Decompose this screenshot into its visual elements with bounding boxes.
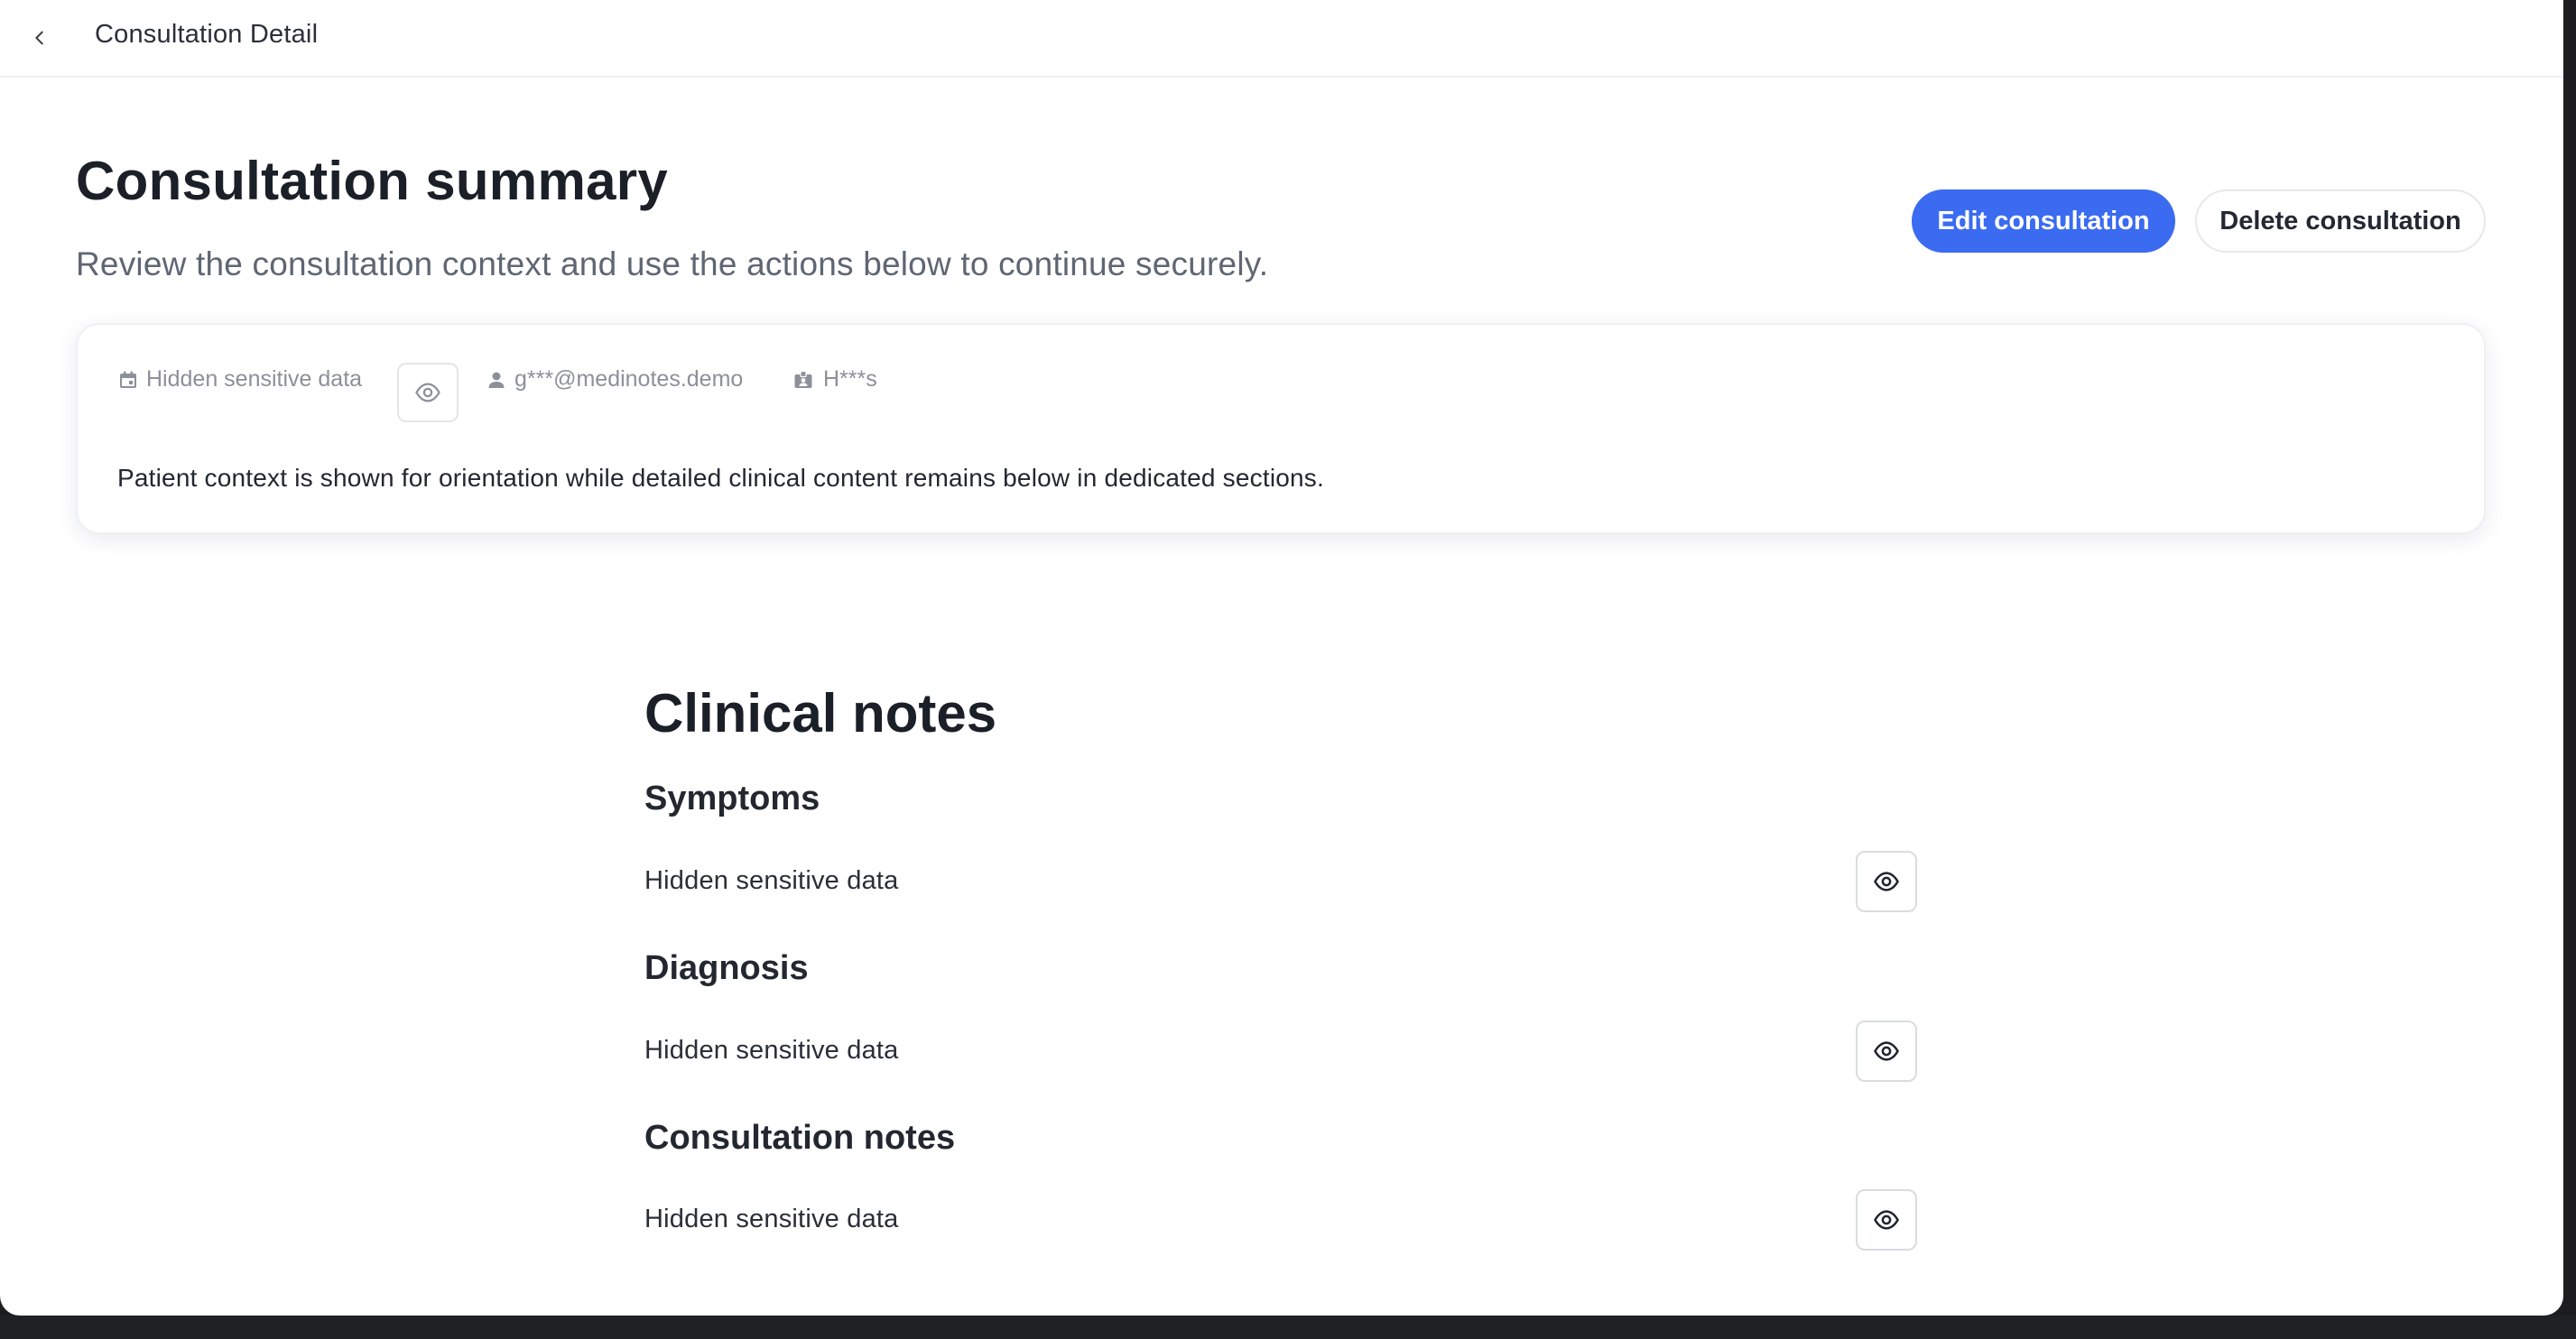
consultation-notes-value: Hidden sensitive data [644, 1205, 899, 1233]
app-window: Consultation Detail Consultation summary… [0, 0, 2563, 1316]
patient-context-description: Patient context is shown for orientation… [117, 464, 1324, 492]
top-bar: Consultation Detail [0, 0, 2563, 78]
symptoms-value: Hidden sensitive data [644, 866, 899, 895]
page-title: Consultation summary [76, 151, 669, 211]
chevron-left-icon [35, 31, 43, 45]
consultation-date: Hidden sensitive data [117, 366, 362, 392]
os-taskbar [0, 1316, 2576, 1339]
person-icon [488, 372, 505, 388]
back-button[interactable] [20, 18, 60, 58]
patient-code-value: H***s [823, 366, 877, 392]
calendar-icon [120, 371, 136, 388]
patient-code: H***s [792, 366, 877, 392]
patient-email-value: g***@medinotes.demo [514, 366, 744, 392]
consultation-notes-title: Consultation notes [644, 1119, 956, 1157]
id-badge-icon [794, 370, 812, 388]
page-subtitle: Review the consultation context and use … [76, 245, 1269, 282]
reveal-symptoms-button[interactable] [1856, 851, 1917, 912]
diagnosis-title: Diagnosis [644, 949, 809, 987]
reveal-diagnosis-button[interactable] [1856, 1020, 1917, 1082]
eye-icon [415, 383, 440, 402]
patient-email: g***@medinotes.demo [486, 366, 743, 392]
patient-context-card: Hidden sensitive data g***@medinotes.dem… [76, 323, 2486, 534]
consultation-date-value: Hidden sensitive data [146, 366, 363, 392]
delete-consultation-button[interactable]: Delete consultation [2195, 189, 2486, 253]
eye-icon [1874, 1041, 1899, 1061]
eye-icon [1874, 872, 1899, 891]
clinical-notes-title: Clinical notes [644, 683, 997, 743]
eye-icon [1874, 1210, 1899, 1230]
topbar-title: Consultation Detail [95, 20, 319, 49]
reveal-consultation-notes-button[interactable] [1856, 1189, 1917, 1251]
symptoms-title: Symptoms [644, 780, 820, 817]
diagnosis-value: Hidden sensitive data [644, 1036, 899, 1065]
edit-consultation-button[interactable]: Edit consultation [1912, 189, 2175, 253]
reveal-date-button[interactable] [397, 363, 459, 422]
